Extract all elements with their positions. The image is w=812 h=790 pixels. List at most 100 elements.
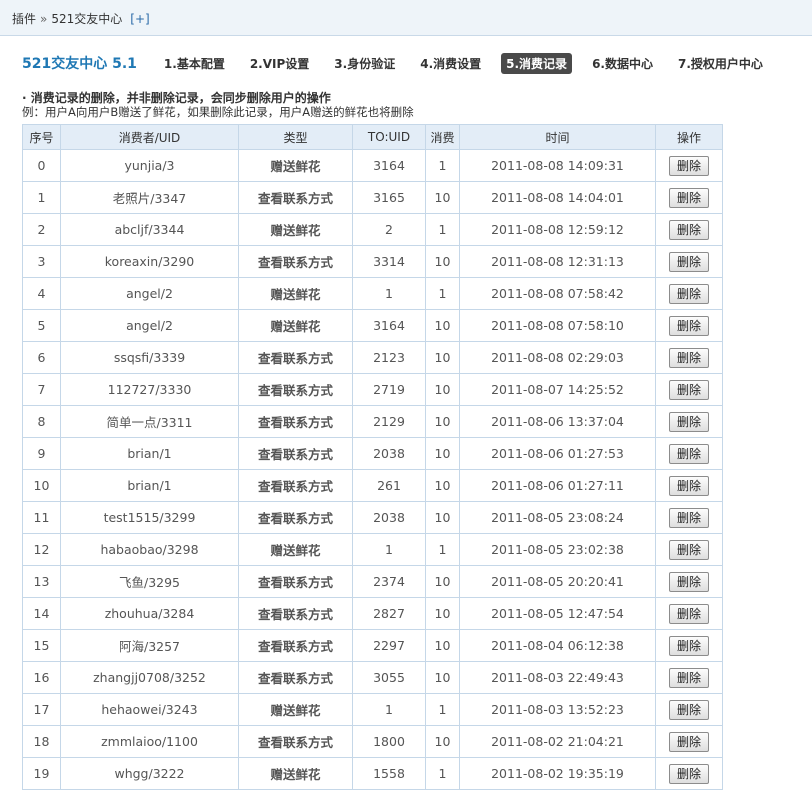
row-index: 10 [22, 469, 61, 502]
delete-button[interactable]: 删除 [669, 283, 709, 304]
tab-consumption-settings[interactable]: 4.消费设置 [415, 53, 486, 74]
action-cell: 删除 [655, 213, 723, 246]
timestamp: 2011-08-04 06:12:38 [459, 629, 656, 662]
timestamp: 2011-08-08 07:58:10 [459, 309, 656, 342]
column-header-action: 操作 [655, 124, 723, 150]
to-uid: 3164 [352, 309, 426, 342]
tab-authorized-user-center[interactable]: 7.授权用户中心 [673, 53, 768, 74]
delete-button[interactable]: 删除 [669, 187, 709, 208]
cost: 10 [425, 597, 460, 630]
timestamp: 2011-08-05 23:02:38 [459, 533, 656, 566]
consumption-type: 赠送鲜花 [238, 533, 353, 566]
row-index: 13 [22, 565, 61, 598]
column-header-time: 时间 [459, 124, 656, 150]
tab-consumption-records[interactable]: 5.消费记录 [501, 52, 573, 74]
timestamp: 2011-08-05 23:08:24 [459, 501, 656, 534]
table-header-row: 序号 消费者/UID 类型 TO:UID 消费 时间 操作 [22, 124, 723, 150]
action-cell: 删除 [655, 277, 723, 310]
delete-button[interactable]: 删除 [669, 667, 709, 688]
delete-button[interactable]: 删除 [669, 219, 709, 240]
delete-button[interactable]: 删除 [669, 539, 709, 560]
tab-data-center[interactable]: 6.数据中心 [587, 53, 658, 74]
row-index: 8 [22, 405, 61, 438]
consumption-type: 赠送鲜花 [238, 277, 353, 310]
breadcrumb: 插件 » 521交友中心 [+] [0, 0, 812, 36]
action-cell: 删除 [655, 181, 723, 214]
column-header-to-uid: TO:UID [352, 124, 426, 150]
breadcrumb-root[interactable]: 插件 [12, 12, 36, 26]
to-uid: 2374 [352, 565, 426, 598]
delete-button[interactable]: 删除 [669, 507, 709, 528]
tab-basic-config[interactable]: 1.基本配置 [159, 53, 230, 74]
consumer-uid: yunjia/3 [60, 149, 239, 182]
table-row: 11 test1515/3299 查看联系方式 2038 10 2011-08-05 23… [22, 501, 723, 534]
delete-button[interactable]: 删除 [669, 411, 709, 432]
to-uid: 3055 [352, 661, 426, 694]
cost: 10 [425, 437, 460, 470]
timestamp: 2011-08-06 01:27:11 [459, 469, 656, 502]
table-row: 18 zmmlaioo/1100 查看联系方式 1800 10 2011-08-02 21… [22, 725, 723, 758]
consumer-uid: angel/2 [60, 277, 239, 310]
delete-button[interactable]: 删除 [669, 443, 709, 464]
cost: 1 [425, 757, 460, 790]
cost: 10 [425, 373, 460, 406]
to-uid: 1 [352, 277, 426, 310]
consumption-type: 赠送鲜花 [238, 213, 353, 246]
tab-identity-verification[interactable]: 3.身份验证 [329, 53, 400, 74]
delete-button[interactable]: 删除 [669, 635, 709, 656]
action-cell: 删除 [655, 597, 723, 630]
consumer-uid: 阿海/3257 [60, 629, 239, 662]
table-row: 8 简单一点/3311 查看联系方式 2129 10 2011-08-06 13:37:0… [22, 405, 723, 438]
delete-button[interactable]: 删除 [669, 475, 709, 496]
timestamp: 2011-08-08 07:58:42 [459, 277, 656, 310]
add-shortcut-link[interactable]: [+] [130, 12, 149, 26]
action-cell: 删除 [655, 341, 723, 374]
consumption-type: 查看联系方式 [238, 437, 353, 470]
consumption-type: 赠送鲜花 [238, 693, 353, 726]
delete-button[interactable]: 删除 [669, 251, 709, 272]
delete-button[interactable]: 删除 [669, 379, 709, 400]
tab-vip-settings[interactable]: 2.VIP设置 [245, 53, 314, 74]
to-uid: 2827 [352, 597, 426, 630]
column-header-cost: 消费 [425, 124, 460, 150]
app-title: 521交友中心 5.1 [22, 56, 137, 72]
to-uid: 1 [352, 533, 426, 566]
to-uid: 2719 [352, 373, 426, 406]
delete-button[interactable]: 删除 [669, 155, 709, 176]
delete-button[interactable]: 删除 [669, 731, 709, 752]
delete-button[interactable]: 删除 [669, 763, 709, 784]
delete-button[interactable]: 删除 [669, 571, 709, 592]
table-row: 13 飞鱼/3295 查看联系方式 2374 10 2011-08-05 20:20:41… [22, 565, 723, 598]
consumer-uid: angel/2 [60, 309, 239, 342]
consumption-type: 查看联系方式 [238, 661, 353, 694]
action-cell: 删除 [655, 661, 723, 694]
consumer-uid: hehaowei/3243 [60, 693, 239, 726]
row-index: 12 [22, 533, 61, 566]
to-uid: 3165 [352, 181, 426, 214]
timestamp: 2011-08-03 22:49:43 [459, 661, 656, 694]
consumption-type: 赠送鲜花 [238, 757, 353, 790]
consumer-uid: whgg/3222 [60, 757, 239, 790]
row-index: 1 [22, 181, 61, 214]
delete-button[interactable]: 删除 [669, 603, 709, 624]
action-cell: 删除 [655, 629, 723, 662]
row-index: 5 [22, 309, 61, 342]
table-row: 5 angel/2 赠送鲜花 3164 10 2011-08-08 07:58:10 删除 [22, 309, 723, 342]
consumer-uid: koreaxin/3290 [60, 245, 239, 278]
delete-button[interactable]: 删除 [669, 315, 709, 336]
cost: 1 [425, 533, 460, 566]
to-uid: 2 [352, 213, 426, 246]
timestamp: 2011-08-08 12:59:12 [459, 213, 656, 246]
to-uid: 3164 [352, 149, 426, 182]
delete-button[interactable]: 删除 [669, 699, 709, 720]
row-index: 2 [22, 213, 61, 246]
consumption-type: 查看联系方式 [238, 565, 353, 598]
timestamp: 2011-08-03 13:52:23 [459, 693, 656, 726]
row-index: 15 [22, 629, 61, 662]
row-index: 3 [22, 245, 61, 278]
consumption-type: 查看联系方式 [238, 245, 353, 278]
table-row: 1 老照片/3347 查看联系方式 3165 10 2011-08-08 14:04:01… [22, 181, 723, 214]
action-cell: 删除 [655, 693, 723, 726]
cost: 10 [425, 725, 460, 758]
delete-button[interactable]: 删除 [669, 347, 709, 368]
